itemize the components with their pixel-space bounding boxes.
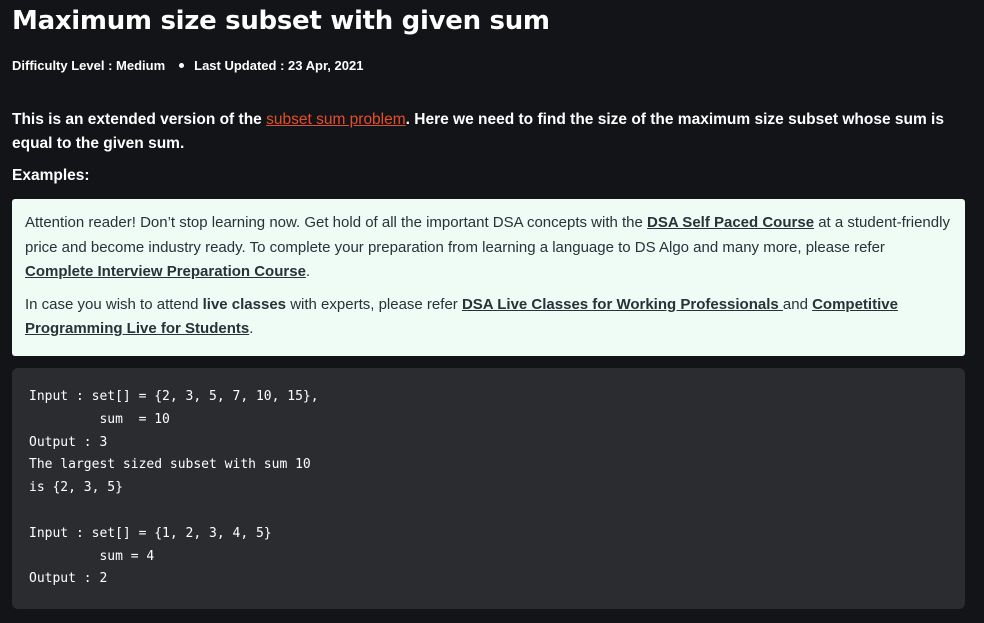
- code-line: is {2, 3, 5}: [29, 480, 123, 496]
- code-line: Output : 3: [29, 434, 108, 450]
- page-title: Maximum size subset with given sum: [12, 6, 550, 36]
- difficulty-level: Difficulty Level : Medium: [12, 58, 166, 73]
- notice-text: In case you wish to attend: [25, 295, 203, 313]
- notice-paragraph-1: Attention reader! Don’t stop learning no…: [25, 211, 952, 285]
- example-code-block: Input : set[] = {2, 3, 5, 7, 10, 15}, su…: [12, 368, 965, 609]
- code-line: Output : 2: [29, 571, 108, 587]
- code-line: sum = 10: [29, 411, 170, 427]
- live-classes-bold: live classes: [202, 295, 287, 313]
- code-line: sum = 4: [29, 548, 155, 564]
- dsa-self-paced-course-link[interactable]: DSA Self Paced Course: [647, 214, 814, 231]
- subset-sum-problem-link[interactable]: subset sum problem: [266, 111, 406, 128]
- attention-notice: Attention reader! Don’t stop learning no…: [12, 199, 965, 356]
- last-updated: Last Updated : 23 Apr, 2021: [194, 58, 364, 73]
- code-line: Input : set[] = {2, 3, 5, 7, 10, 15},: [29, 389, 319, 404]
- notice-paragraph-2: In case you wish to attend live classes …: [25, 293, 952, 342]
- dsa-live-classes-link[interactable]: DSA Live Classes for Working Professiona…: [462, 296, 783, 313]
- notice-text: and: [782, 295, 813, 313]
- intro-paragraph: This is an extended version of the subse…: [12, 108, 965, 156]
- complete-interview-preparation-link[interactable]: Complete Interview Preparation Course: [25, 263, 306, 280]
- article-meta: Difficulty Level : Medium Last Updated :…: [12, 58, 363, 73]
- notice-text: .: [249, 320, 254, 337]
- notice-text: .: [305, 263, 311, 280]
- notice-text: Attention reader! Don’t stop learning no…: [25, 214, 648, 231]
- code-line: Input : set[] = {1, 2, 3, 4, 5}: [29, 525, 272, 541]
- separator-dot: [179, 63, 185, 68]
- intro-text-start: This is an extended version of the: [12, 111, 267, 128]
- code-line: The largest sized subset with sum 10: [29, 457, 311, 473]
- notice-text: with experts, please refer: [286, 295, 462, 313]
- examples-heading: Examples:: [12, 167, 90, 184]
